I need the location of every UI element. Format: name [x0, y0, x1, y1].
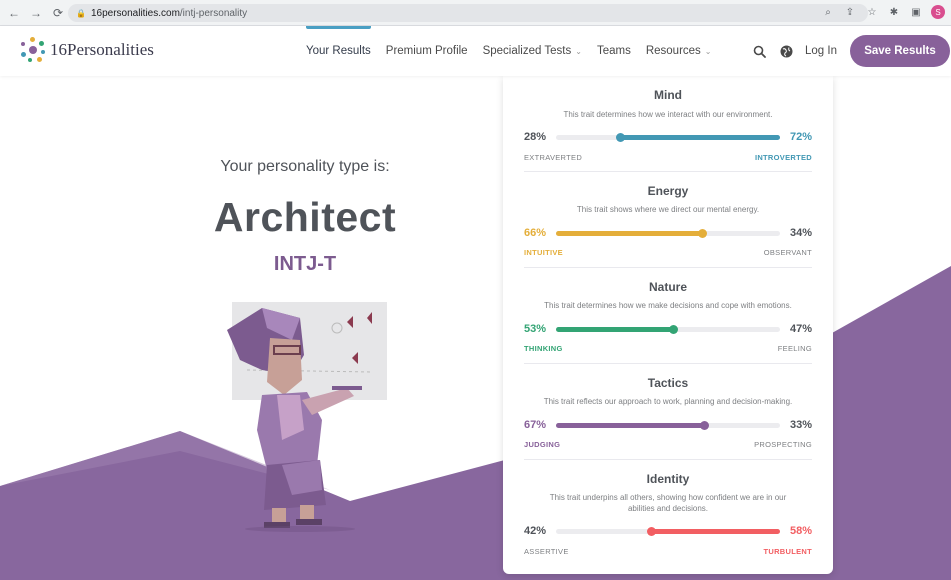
url-path: /intj-personality [179, 7, 248, 19]
nav-premium-profile[interactable]: Premium Profile [386, 26, 468, 76]
browser-toolbar: ← → ⟳ 🔒 16personalities.com/intj-persona… [0, 0, 951, 26]
site-header: 16Personalities Your Results Premium Pro… [0, 26, 951, 76]
trait-right-label: PROSPECTING [754, 440, 812, 449]
trait-right-label: FEELING [777, 344, 812, 353]
trait-bar-track [556, 229, 780, 238]
chevron-down-icon: ⌄ [704, 46, 712, 56]
trait-bar-track [556, 325, 780, 334]
trait-title: Energy [647, 184, 689, 198]
login-link[interactable]: Log In [805, 45, 837, 57]
trait-right-percent: 47% [789, 323, 812, 335]
trait-left-percent: 66% [524, 227, 547, 239]
trait-mind[interactable]: Mind This trait determines how we interac… [524, 76, 812, 172]
trait-left-label: INTUITIVE [524, 248, 563, 257]
trait-bar-track [556, 421, 780, 430]
trait-left-percent: 67% [524, 419, 547, 431]
logo-mark-icon [20, 37, 46, 63]
logo[interactable]: 16Personalities [20, 37, 154, 63]
trait-left-label: ASSERTIVE [524, 547, 569, 556]
logo-text: 16Personalities [50, 40, 154, 59]
trait-description: This trait shows where we direct our men… [576, 205, 760, 214]
back-arrow-icon[interactable]: ← [6, 5, 22, 21]
trait-left-percent: 42% [524, 525, 547, 537]
trait-right-percent: 33% [789, 419, 812, 431]
trait-right-label: TURBULENT [763, 547, 812, 556]
trait-description: This trait underpins all others, showing… [549, 493, 787, 513]
personality-type-name: Architect [213, 194, 397, 240]
trait-right-percent: 58% [789, 525, 812, 537]
forward-arrow-icon[interactable]: → [28, 5, 44, 21]
trait-left-percent: 28% [524, 131, 547, 143]
trait-bar-fill [556, 229, 707, 238]
search-icon[interactable] [751, 43, 767, 59]
lock-icon: 🔒 [76, 8, 86, 18]
trait-bar-fill [556, 421, 710, 430]
trait-bar-track [556, 133, 780, 142]
trait-left-label: JUDGING [524, 440, 561, 449]
address-bar[interactable]: 🔒 16personalities.com/intj-personality [68, 4, 868, 22]
trait-bar-fill [647, 527, 780, 536]
nav-resources[interactable]: Resources ⌄ [646, 26, 712, 76]
trait-right-label: INTROVERTED [754, 153, 812, 162]
star-icon[interactable]: ☆ [865, 5, 879, 19]
language-globe-icon[interactable] [778, 43, 794, 59]
trait-nature[interactable]: Nature This trait determines how we make … [524, 268, 812, 364]
trait-description: This trait determines how we interact wi… [563, 110, 773, 119]
trait-right-percent: 34% [789, 227, 812, 239]
traits-card: Mind This trait determines how we interac… [503, 76, 833, 574]
trait-title: Identity [646, 472, 690, 486]
hero-subtitle: Your personality type is: [220, 158, 390, 175]
main-nav: Your Results Premium Profile Specialized… [306, 26, 727, 76]
nav-specialized-tests[interactable]: Specialized Tests ⌄ [483, 26, 582, 76]
trait-left-label: THINKING [524, 344, 563, 353]
share-icon[interactable]: ⇪ [843, 5, 857, 19]
trait-right-label: OBSERVANT [763, 248, 812, 257]
trait-title: Tactics [647, 376, 689, 390]
trait-right-percent: 72% [789, 131, 812, 143]
trait-bar-fill [556, 325, 678, 334]
trait-bar-fill [615, 133, 780, 142]
trait-bar-track [556, 527, 780, 536]
architect-illustration [227, 302, 387, 532]
trait-description: This trait determines how we make decisi… [544, 301, 792, 310]
url-host: 16personalities.com [90, 7, 180, 19]
profile-avatar[interactable]: S [931, 5, 945, 19]
trait-tactics[interactable]: Tactics This trait reflects our approach … [524, 364, 812, 460]
chevron-down-icon: ⌄ [575, 46, 582, 56]
personality-type-code: INTJ-T [273, 253, 337, 275]
trait-title: Nature [648, 280, 687, 294]
trait-description: This trait reflects our approach to work… [543, 397, 793, 406]
trait-identity[interactable]: Identity This trait underpins all others,… [524, 460, 812, 573]
reload-icon[interactable]: ⟳ [50, 5, 66, 21]
trait-left-percent: 53% [524, 323, 547, 335]
nav-your-results[interactable]: Your Results [306, 26, 371, 76]
save-results-button[interactable]: Save Results [850, 35, 950, 67]
trait-title: Mind [654, 88, 682, 102]
extension-icon[interactable]: ✱ [887, 5, 901, 19]
trait-energy[interactable]: Energy This trait shows where we direct o… [524, 172, 812, 268]
sidebar-icon[interactable]: ▣ [909, 5, 923, 19]
nav-teams[interactable]: Teams [597, 26, 631, 76]
zoom-icon[interactable]: ⌕ [821, 5, 835, 19]
trait-left-label: EXTRAVERTED [524, 153, 583, 162]
